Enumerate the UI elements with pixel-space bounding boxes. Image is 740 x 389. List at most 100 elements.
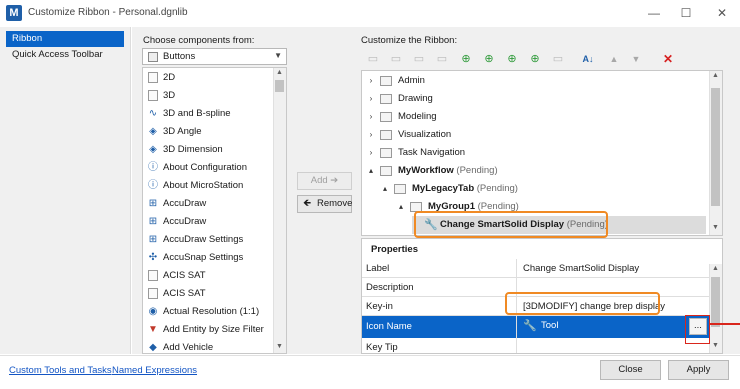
list-item[interactable]: ◈ 3D Angle xyxy=(147,123,275,141)
apply-button[interactable]: Apply xyxy=(668,360,729,380)
pending-status: (Pending) xyxy=(456,165,498,176)
ribbon-label: Customize the Ribbon: xyxy=(361,35,458,46)
list-item[interactable]: ◆ Add Vehicle xyxy=(147,339,275,353)
custom-tools-link[interactable]: Custom Tools and Tasks xyxy=(9,365,112,376)
scroll-thumb[interactable] xyxy=(711,88,720,206)
property-value[interactable] xyxy=(516,338,710,353)
highlight-annotation xyxy=(685,315,710,344)
add-separator-icon[interactable]: ⊕ xyxy=(526,51,544,67)
expanded-arrow-icon[interactable]: ▴ xyxy=(380,180,390,198)
property-key: Label xyxy=(366,263,390,274)
cube-icon: ◈ xyxy=(149,126,157,137)
new-tab-icon[interactable]: ▭ xyxy=(364,51,382,67)
chevron-right-icon[interactable]: › xyxy=(366,90,376,108)
scroll-down-arrow-icon[interactable]: ▼ xyxy=(273,343,286,353)
app-logo-icon: M xyxy=(6,5,22,21)
named-expressions-link[interactable]: Named Expressions xyxy=(112,365,197,376)
components-label: Choose components from: xyxy=(143,35,255,46)
chevron-right-icon[interactable]: › xyxy=(366,72,376,90)
maximize-button[interactable]: ☐ xyxy=(676,4,696,22)
tree-item-admin[interactable]: › Admin xyxy=(366,72,706,90)
list-item[interactable]: ⊞ AccuDraw Settings xyxy=(147,231,275,249)
property-row-label[interactable]: Label Change SmartSolid Display xyxy=(362,259,710,278)
scroll-down-arrow-icon[interactable]: ▼ xyxy=(709,342,722,352)
list-item[interactable]: ACIS SAT xyxy=(147,285,275,303)
property-key: Key-in xyxy=(366,301,393,312)
vehicle-icon: ◆ xyxy=(149,342,157,353)
list-item[interactable]: ⓘ About MicroStation xyxy=(147,177,275,195)
tree-item-label: MyLegacyTab xyxy=(412,183,475,194)
tree-item-task-navigation[interactable]: › Task Navigation xyxy=(366,144,706,162)
list-item[interactable]: ✣ AccuSnap Settings xyxy=(147,249,275,267)
property-value[interactable]: 🔧 Tool xyxy=(516,316,710,338)
property-row-key-tip[interactable]: Key Tip xyxy=(362,338,710,353)
add-button[interactable]: Add ➔ xyxy=(297,172,352,190)
components-list[interactable]: 2D 3D ∿ 3D and B-spline ◈ 3D Angle ◈ 3D Dim… xyxy=(142,67,287,354)
chevron-right-icon[interactable]: › xyxy=(366,108,376,126)
expanded-arrow-icon[interactable]: ▴ xyxy=(366,162,376,180)
components-scrollbar[interactable] xyxy=(273,68,286,353)
list-item[interactable]: ◈ 3D Dimension xyxy=(147,141,275,159)
tab-icon xyxy=(394,184,406,194)
sort-az-icon[interactable]: A↓ xyxy=(579,51,597,67)
highlight-annotation xyxy=(505,292,660,315)
document-icon xyxy=(148,270,158,281)
tree-item-myworkflow[interactable]: ▴ MyWorkflow (Pending) xyxy=(366,162,706,180)
scroll-thumb[interactable] xyxy=(275,80,284,92)
expanded-arrow-icon[interactable]: ▴ xyxy=(396,198,406,216)
tree-item-mylegacytab[interactable]: ▴ MyLegacyTab (Pending) xyxy=(380,180,706,198)
scroll-down-arrow-icon[interactable]: ▼ xyxy=(709,224,722,234)
new-panel-icon[interactable]: ▭ xyxy=(410,51,428,67)
close-window-button[interactable]: ✕ xyxy=(712,4,732,22)
list-item[interactable]: ▼ Add Entity by Size Filter xyxy=(147,321,275,339)
tree-item-modeling[interactable]: › Modeling xyxy=(366,108,706,126)
wrench-icon: 🔧 xyxy=(523,320,537,332)
new-group-icon[interactable]: ▭ xyxy=(387,51,405,67)
tree-item-label: MyWorkflow xyxy=(398,165,454,176)
property-key: Key Tip xyxy=(366,342,398,353)
folder-icon xyxy=(380,148,392,158)
tree-item-visualization[interactable]: › Visualization xyxy=(366,126,706,144)
scroll-up-arrow-icon[interactable]: ▲ xyxy=(709,265,722,275)
list-item[interactable]: ⊞ AccuDraw xyxy=(147,195,275,213)
nav-item-quick-access-toolbar[interactable]: Quick Access Toolbar xyxy=(6,47,124,63)
nav-item-ribbon[interactable]: Ribbon xyxy=(6,31,124,47)
components-dropdown[interactable]: Buttons ▼ xyxy=(142,48,287,65)
move-up-icon[interactable]: ▲ xyxy=(605,51,623,67)
rename-icon[interactable]: ▭ xyxy=(549,51,567,67)
tree-item-drawing[interactable]: › Drawing xyxy=(366,90,706,108)
chevron-right-icon[interactable]: › xyxy=(366,126,376,144)
list-item[interactable]: 2D xyxy=(147,69,275,87)
list-item[interactable]: 3D xyxy=(147,87,275,105)
add-gallery-icon[interactable]: ⊕ xyxy=(503,51,521,67)
accudraw-settings-icon: ⊞ xyxy=(148,234,158,245)
accudraw-icon: ⊞ xyxy=(148,198,158,209)
resolution-icon: ◉ xyxy=(148,306,158,317)
folder-icon xyxy=(380,130,392,140)
list-item[interactable]: ∿ 3D and B-spline xyxy=(147,105,275,123)
cube-icon: ◈ xyxy=(149,144,157,155)
new-button-icon[interactable]: ▭ xyxy=(433,51,451,67)
close-button[interactable]: Close xyxy=(600,360,661,380)
scroll-thumb[interactable] xyxy=(711,277,720,327)
move-down-icon[interactable]: ▼ xyxy=(627,51,645,67)
list-item[interactable]: ⊞ AccuDraw xyxy=(147,213,275,231)
delete-icon[interactable]: ✕ xyxy=(659,51,677,67)
property-value[interactable]: Change SmartSolid Display xyxy=(516,259,710,278)
accudraw-icon: ⊞ xyxy=(148,216,158,227)
chevron-down-icon: ▼ xyxy=(274,51,282,60)
minimize-button[interactable]: — xyxy=(644,4,664,22)
scroll-up-arrow-icon[interactable]: ▲ xyxy=(273,69,286,79)
chevron-right-icon[interactable]: › xyxy=(366,144,376,162)
arrow-left-icon: 🡸 xyxy=(303,198,312,209)
remove-button[interactable]: 🡸 Remove xyxy=(297,195,352,213)
info-icon: ⓘ xyxy=(148,180,158,191)
property-row-icon-name[interactable]: Icon Name 🔧 Tool xyxy=(362,316,710,338)
curve-icon: ∿ xyxy=(148,108,158,119)
list-item[interactable]: ◉ Actual Resolution (1:1) xyxy=(147,303,275,321)
list-item[interactable]: ⓘ About Configuration xyxy=(147,159,275,177)
add-split-icon[interactable]: ⊕ xyxy=(480,51,498,67)
list-item[interactable]: ACIS SAT xyxy=(147,267,275,285)
add-item-icon[interactable]: ⊕ xyxy=(457,51,475,67)
scroll-up-arrow-icon[interactable]: ▲ xyxy=(709,72,722,82)
